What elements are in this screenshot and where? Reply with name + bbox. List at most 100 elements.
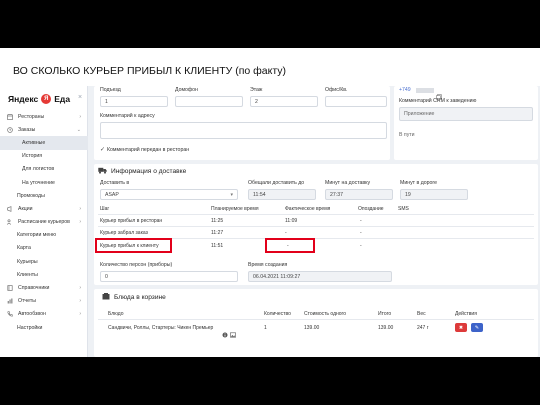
col-late: Опоздание — [358, 206, 384, 212]
sidebar-item-clarification[interactable]: На уточнение — [0, 176, 88, 189]
sidebar-item-logistics[interactable]: Для логистов — [0, 163, 88, 176]
sidebar-item-label: На уточнение — [22, 179, 55, 186]
sidebar-item-history[interactable]: История — [0, 150, 88, 163]
step-actual: - — [285, 230, 287, 236]
step-name: Курьер прибыл в ресторан — [100, 218, 163, 224]
sidebar-item-orders[interactable]: Заказы ⌄ — [0, 123, 88, 136]
orders-icon — [7, 127, 13, 133]
col-total: Итого — [378, 311, 392, 317]
comment-sent-checkbox[interactable]: ✓ — [100, 146, 105, 153]
restaurant-info-card: +749 Комментарий CRM к заведению Приложе… — [394, 86, 538, 160]
sidebar-item-label: История — [22, 153, 43, 160]
sidebar-item-label: Заказы — [18, 126, 36, 133]
step-planned: 11:27 — [211, 230, 224, 236]
entrance-input[interactable]: 1 — [100, 96, 168, 107]
sidebar-item-label: Курьеры — [17, 258, 38, 265]
chevron-right-icon: › — [79, 311, 81, 318]
col-actual: Фактическое время — [285, 206, 331, 212]
logo-product: Еда — [54, 94, 71, 104]
address-comment-label: Комментарий к адресу — [100, 113, 155, 119]
col-planned: Планируемое время — [211, 206, 259, 212]
office-input[interactable] — [325, 96, 387, 107]
created-label: Время создания — [248, 262, 288, 268]
intercom-label: Домофон — [175, 87, 198, 93]
sidebar-item-label: Рестораны — [18, 113, 45, 120]
sidebar-item-label: Категории меню — [17, 232, 56, 239]
sidebar-nav: Рестораны › Заказы ⌄ Активные История Дл… — [0, 110, 88, 334]
sidebar-item-label: Отчеты — [18, 298, 36, 305]
deliver-at-select[interactable]: ASAP ▾ — [100, 189, 238, 200]
step-planned: 11:51 — [211, 243, 224, 249]
sidebar-item-menu-categories[interactable]: Категории меню — [0, 229, 88, 242]
info-icon[interactable] — [222, 325, 228, 343]
reports-icon — [7, 298, 13, 304]
sidebar-item-map[interactable]: Карта — [0, 242, 88, 255]
row-divider — [98, 319, 534, 320]
book-icon — [7, 285, 13, 291]
sidebar-item-restaurants[interactable]: Рестораны › — [0, 110, 88, 123]
cart-card: Блюда в корзине Блюдо Количество Стоимос… — [94, 289, 538, 357]
col-qty: Количество — [264, 311, 291, 317]
sidebar: Яндекс Я Еда × Рестораны › Заказы ⌄ Акти… — [0, 86, 88, 357]
edit-dish-button[interactable]: ✎ — [471, 323, 483, 332]
promised-field: 11:54 — [248, 189, 316, 200]
delete-dish-button[interactable]: ✖ — [455, 323, 467, 332]
persons-label: Количество персон (приборы) — [100, 262, 173, 268]
main-content: Подъезд 1 Домофон Этаж 2 Офис/Кв. Коммен… — [90, 86, 540, 357]
row-divider — [98, 226, 534, 227]
highlight-step-box — [95, 238, 172, 253]
floor-label: Этаж — [250, 87, 263, 93]
dish-weight: 247 г — [417, 325, 429, 331]
chevron-right-icon: › — [79, 219, 81, 226]
sidebar-item-promotions[interactable]: Акции › — [0, 202, 88, 215]
edit-icon: ✎ — [474, 324, 480, 331]
sidebar-item-promocodes[interactable]: Промокоды — [0, 189, 88, 202]
sidebar-item-autocall[interactable]: Автообзвон › — [0, 308, 88, 321]
step-actual: 11:09 — [285, 218, 298, 224]
sidebar-item-couriers[interactable]: Курьеры — [0, 255, 88, 268]
collapse-sidebar-icon[interactable]: × — [78, 94, 82, 101]
highlight-actual-box — [265, 238, 315, 253]
sidebar-item-active-orders[interactable]: Активные — [0, 136, 88, 150]
floor-input[interactable]: 2 — [250, 96, 318, 107]
app-window: Яндекс Я Еда × Рестораны › Заказы ⌄ Акти… — [0, 86, 540, 357]
logo[interactable]: Яндекс Я Еда — [8, 90, 70, 108]
schedule-icon — [7, 219, 13, 225]
sidebar-item-label: Карта — [17, 245, 31, 252]
chevron-down-icon: ▾ — [230, 191, 233, 198]
deliver-at-label: Доставить в — [100, 180, 130, 186]
slide: ВО СКОЛЬКО КУРЬЕР ПРИБЫЛ К КЛИЕНТУ (по ф… — [0, 48, 540, 357]
chevron-right-icon: › — [79, 285, 81, 292]
step-late: - — [360, 243, 362, 249]
address-comment-textarea[interactable] — [100, 122, 387, 139]
dish-total: 139.00 — [378, 325, 394, 331]
created-field: 06.04.2021 11:09:27 — [248, 271, 392, 282]
sidebar-item-clients[interactable]: Клиенты — [0, 268, 88, 281]
minutes-road-label: Минут в дороге — [400, 180, 438, 186]
minutes-delivery-label: Минут на доставку — [325, 180, 371, 186]
sidebar-item-courier-schedule[interactable]: Расписание курьеров › — [0, 216, 88, 229]
promo-icon — [7, 205, 13, 212]
dish-qty: 1 — [264, 325, 267, 331]
sidebar-item-label: Активные — [22, 139, 46, 146]
intercom-input[interactable] — [175, 96, 243, 107]
sidebar-item-directories[interactable]: Справочники › — [0, 281, 88, 294]
step-late: - — [360, 218, 362, 224]
chevron-right-icon: › — [79, 298, 81, 305]
sidebar-item-settings[interactable]: Настройки — [0, 321, 88, 334]
chevron-right-icon: › — [79, 205, 81, 212]
sidebar-item-label: Настройки — [17, 324, 43, 331]
restaurant-phone[interactable]: +749 — [399, 87, 411, 93]
image-icon[interactable] — [230, 325, 236, 343]
col-dish: Блюдо — [108, 311, 124, 317]
sidebar-item-label: Акции — [18, 205, 33, 212]
dish-name: Сандвичи, Роллы, Стартеры: Чикен Премьер — [108, 325, 214, 331]
minutes-road-field: 19 — [400, 189, 468, 200]
col-weight: Вес — [417, 311, 426, 317]
persons-input[interactable]: 0 — [100, 271, 238, 282]
col-price: Стоимость одного — [304, 311, 347, 317]
sidebar-item-reports[interactable]: Отчеты › — [0, 295, 88, 308]
chevron-down-icon: ⌄ — [76, 126, 81, 133]
delivery-info-header: Информация о доставке — [98, 167, 186, 176]
sidebar-item-label: Расписание курьеров — [18, 219, 70, 226]
